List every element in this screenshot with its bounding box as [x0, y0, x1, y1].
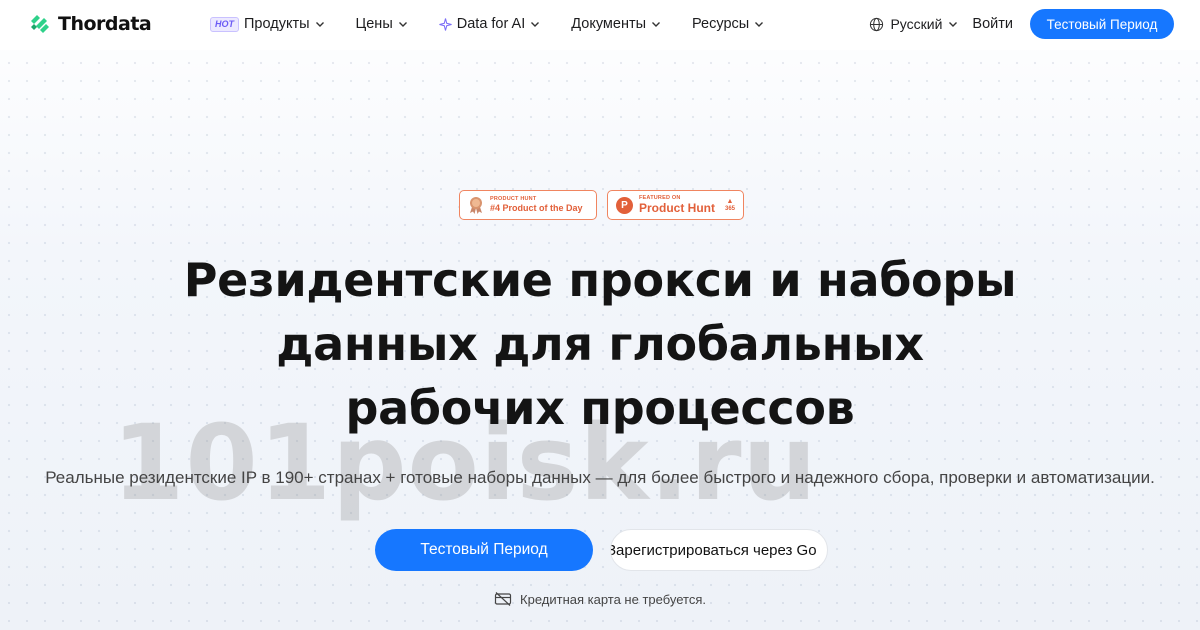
logo-icon	[31, 15, 49, 33]
nav-products[interactable]: HOT Продукты	[210, 16, 325, 32]
page: Thordata HOT Продукты Цены Data for AI Д…	[0, 0, 1200, 630]
no-card-note: Кредитная карта не требуется.	[0, 591, 1200, 607]
nav-pricing-label: Цены	[355, 16, 393, 32]
nav-docs[interactable]: Документы	[571, 16, 661, 32]
trial-button-nav[interactable]: Тестовый Период	[1030, 9, 1174, 39]
nav-data-for-ai-label: Data for AI	[456, 16, 526, 32]
ph-vote-count: 365	[724, 205, 735, 212]
product-hunt-badges: PRODUCT HUNT #4 Product of the Day P FEA…	[459, 190, 744, 220]
sparkle-icon	[439, 17, 452, 31]
ph-day-small: PRODUCT HUNT	[490, 196, 537, 202]
ph-featured-big: Product Hunt	[639, 201, 715, 215]
main-menu: HOT Продукты Цены Data for AI Документы …	[210, 0, 795, 48]
chevron-down-icon	[315, 22, 324, 27]
chevron-down-icon	[531, 22, 540, 27]
headline-line-1: Резидентские прокси и наборы	[183, 253, 1017, 307]
brand-name: Thordata	[58, 13, 152, 35]
language-label: Русский	[890, 16, 943, 32]
language-selector[interactable]: Русский	[869, 16, 958, 32]
chevron-down-icon	[652, 22, 661, 27]
headline-line-3: рабочих процессов	[345, 381, 855, 435]
nav-products-label: Продукты	[244, 16, 310, 32]
nav-resources[interactable]: Ресурсы	[692, 16, 764, 32]
nav-data-for-ai[interactable]: Data for AI	[439, 16, 541, 32]
card-off-icon	[494, 592, 512, 606]
chevron-down-icon	[949, 22, 958, 27]
nav-docs-label: Документы	[571, 16, 647, 32]
ph-vote: ▲ 365	[725, 198, 735, 213]
hot-badge: HOT	[210, 16, 239, 32]
ph-day-big: #4 Product of the Day	[490, 203, 583, 213]
cta-row: Тестовый Период Зарегистрироваться через…	[375, 529, 828, 571]
chevron-down-icon	[755, 22, 764, 27]
product-hunt-day-badge[interactable]: PRODUCT HUNT #4 Product of the Day	[459, 190, 597, 220]
top-nav: Thordata HOT Продукты Цены Data for AI Д…	[0, 0, 1200, 48]
globe-icon	[870, 17, 884, 31]
no-card-text: Кредитная карта не требуется.	[520, 591, 706, 607]
logo[interactable]: Thordata	[28, 12, 152, 36]
chevron-down-icon	[398, 22, 407, 27]
trial-button-hero[interactable]: Тестовый Период	[375, 529, 593, 571]
right-nav: Русский Войти Тестовый Период	[869, 9, 1174, 39]
upvote-icon: ▲	[726, 197, 734, 205]
medal-icon	[470, 197, 482, 214]
login-link[interactable]: Войти	[972, 16, 1013, 32]
product-hunt-logo-icon: P	[616, 196, 633, 214]
product-hunt-featured-badge[interactable]: P FEATURED ON Product Hunt ▲ 365	[607, 190, 744, 220]
hero-subtitle: Реальные резидентские IP в 190+ странах …	[45, 468, 1155, 487]
nav-resources-label: Ресурсы	[692, 16, 750, 32]
google-signup-button[interactable]: Зарегистрироваться через Go	[610, 529, 828, 571]
headline-line-2: данных для глобальных	[276, 317, 924, 371]
hero-headline: Резидентские прокси и наборы данных для …	[100, 248, 1100, 440]
nav-pricing[interactable]: Цены	[356, 16, 408, 32]
